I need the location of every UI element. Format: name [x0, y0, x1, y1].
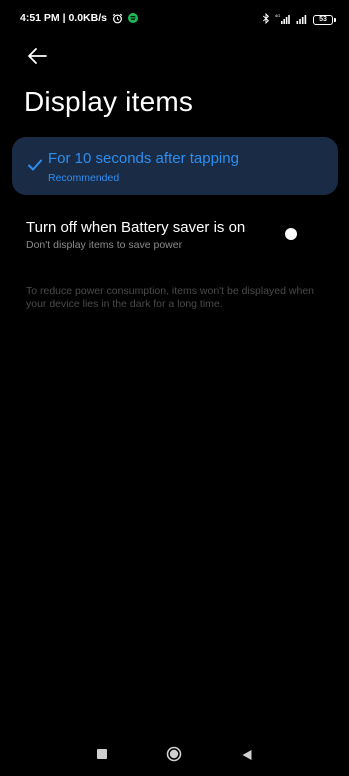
setting-title: Turn off when Battery saver is on — [26, 219, 246, 236]
check-icon — [28, 159, 42, 171]
status-time-speed: 4:51 PM | 0.0KB/s — [20, 12, 107, 24]
spotify-icon — [127, 13, 138, 23]
option-subtitle: Recommended — [48, 172, 120, 184]
back-arrow-icon — [28, 48, 47, 64]
alarm-icon — [112, 13, 123, 24]
battery-icon: 53 — [313, 15, 336, 25]
status-right: 4G 53 — [262, 11, 336, 29]
bluetooth-icon — [262, 11, 270, 29]
battery-saver-setting[interactable]: Turn off when Battery saver is on Don't … — [0, 212, 349, 262]
navigation-bar — [0, 736, 349, 772]
nav-back-icon[interactable] — [241, 748, 253, 760]
option-title: For 10 seconds after tapping — [48, 150, 239, 167]
recents-icon[interactable] — [97, 749, 107, 759]
back-button[interactable] — [26, 44, 50, 68]
setting-subtitle: Don't display items to save power — [26, 239, 183, 251]
page-title: Display items — [24, 86, 194, 117]
option-10-seconds[interactable]: For 10 seconds after tapping Recommended — [12, 137, 338, 195]
battery-saver-toggle[interactable] — [285, 228, 297, 240]
status-left: 4:51 PM | 0.0KB/s — [20, 12, 138, 24]
status-bar: 4:51 PM | 0.0KB/s 4G 53 — [0, 0, 349, 38]
svg-text:4G: 4G — [275, 13, 280, 18]
footnote: To reduce power consumption, items won't… — [26, 285, 314, 310]
home-icon[interactable] — [166, 746, 182, 762]
signal-icon: 4G — [275, 11, 291, 29]
signal-icon — [296, 11, 308, 29]
